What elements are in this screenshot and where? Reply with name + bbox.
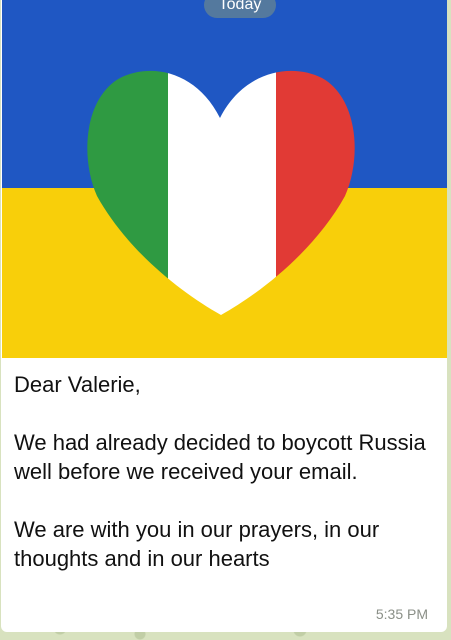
message-paragraph-2: We are with you in our prayers, in our t… bbox=[14, 517, 380, 571]
message-timestamp: 5:35 PM bbox=[375, 606, 428, 622]
ukraine-italy-heart-image[interactable] bbox=[2, 0, 447, 358]
date-divider-pill: Today bbox=[204, 0, 276, 18]
message-bubble[interactable]: Dear Valerie, We had already decided to … bbox=[1, 0, 447, 632]
message-greeting: Dear Valerie, bbox=[14, 372, 141, 397]
message-paragraph-1: We had already decided to boycott Russia… bbox=[14, 430, 426, 484]
message-text: Dear Valerie, We had already decided to … bbox=[14, 370, 434, 573]
